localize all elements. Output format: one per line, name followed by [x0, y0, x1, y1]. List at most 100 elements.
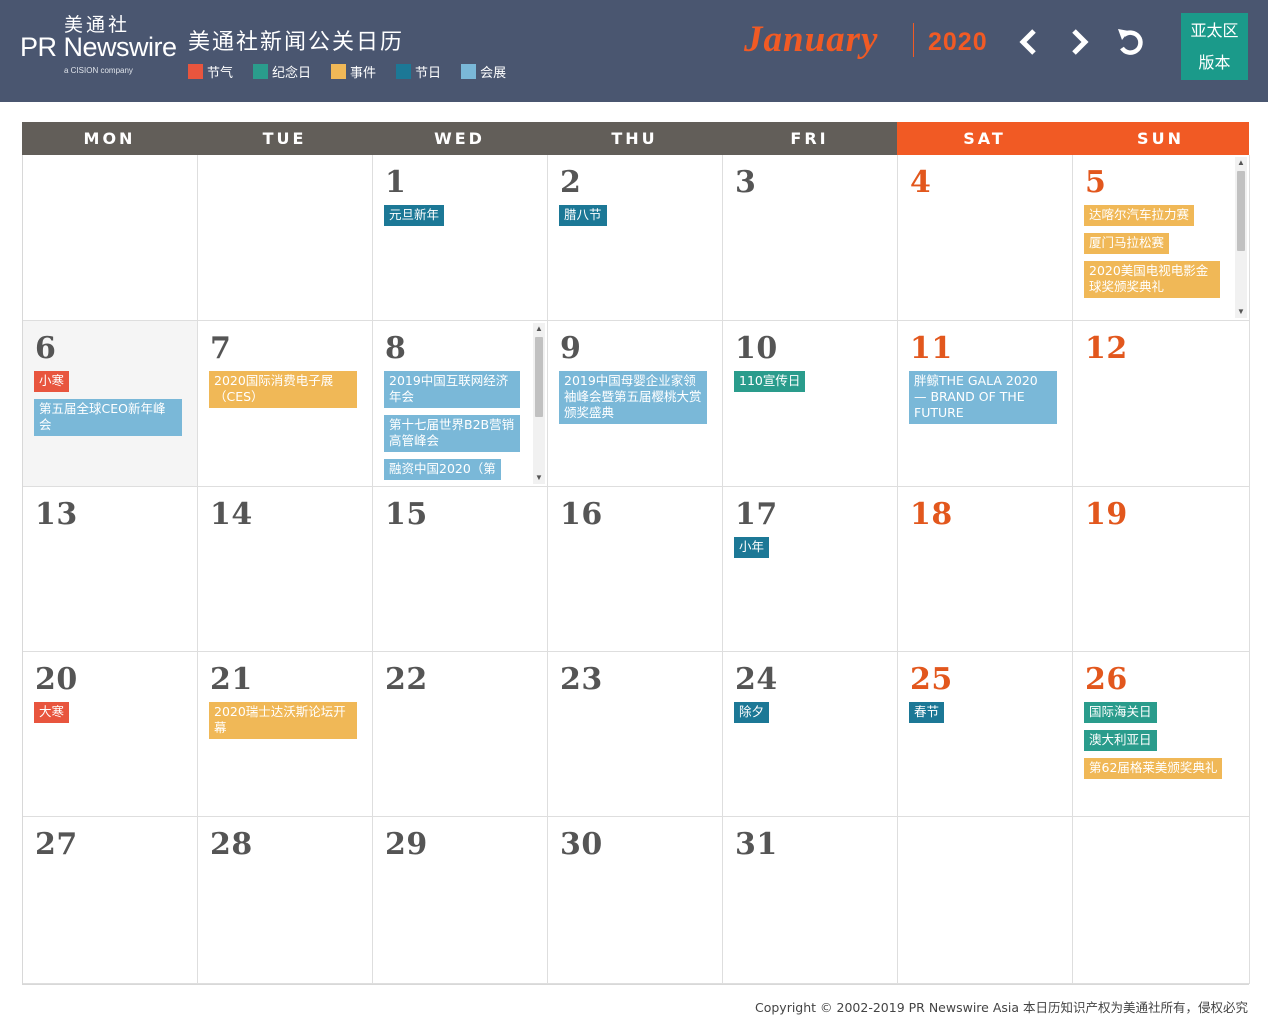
- scroll-down-arrow-icon[interactable]: ▼: [533, 472, 545, 484]
- day-cell[interactable]: 17 小年: [723, 487, 898, 652]
- scroll-up-arrow-icon[interactable]: ▲: [533, 323, 545, 335]
- event-tag[interactable]: 厦门马拉松赛: [1084, 233, 1170, 254]
- day-cell[interactable]: 19: [1073, 487, 1250, 652]
- event-tag[interactable]: 元旦新年: [384, 205, 445, 226]
- event-tag[interactable]: 大寒: [34, 702, 70, 723]
- event-tag[interactable]: 小寒: [34, 371, 70, 392]
- day-cell[interactable]: 15: [373, 487, 548, 652]
- reset-to-today-button[interactable]: [1114, 24, 1148, 60]
- event-tag[interactable]: 胖鲸THE GALA 2020 — BRAND OF THE FUTURE: [909, 371, 1057, 424]
- scroll-thumb[interactable]: [535, 337, 543, 417]
- refresh-icon: [1118, 29, 1143, 55]
- day-cell[interactable]: 6 小寒第五届全球CEO新年峰会: [23, 321, 198, 487]
- day-cell[interactable]: 27: [23, 817, 198, 984]
- event-list: 除夕: [734, 702, 882, 730]
- legend-swatch: [461, 63, 477, 79]
- day-cell[interactable]: 12: [1073, 321, 1250, 487]
- previous-month-button[interactable]: [1014, 24, 1044, 60]
- event-tag[interactable]: 达喀尔汽车拉力赛: [1084, 205, 1195, 226]
- weekday-sun: SUN: [1072, 122, 1249, 155]
- day-cell[interactable]: 1 元旦新年: [373, 155, 548, 321]
- day-cell[interactable]: 30: [548, 817, 723, 984]
- weekday-wed: WED: [372, 122, 547, 155]
- day-number: 13: [35, 497, 78, 532]
- day-number: 20: [35, 662, 78, 697]
- event-list: 胖鲸THE GALA 2020 — BRAND OF THE FUTURE: [909, 371, 1057, 431]
- day-number: 6: [35, 331, 57, 366]
- day-cell[interactable]: 22: [373, 652, 548, 817]
- event-tag[interactable]: 除夕: [734, 702, 770, 723]
- day-cell[interactable]: 29: [373, 817, 548, 984]
- legend-item: 纪念日: [253, 62, 311, 81]
- next-month-button[interactable]: [1064, 24, 1094, 60]
- event-tag[interactable]: 2020国际消费电子展（CES）: [209, 371, 357, 408]
- day-number: 19: [1085, 497, 1128, 532]
- day-number: 11: [910, 331, 953, 366]
- scroll-thumb[interactable]: [1237, 171, 1245, 251]
- event-tag[interactable]: 澳大利亚日: [1084, 730, 1157, 751]
- cell-scrollbar[interactable]: ▲ ▼: [533, 323, 545, 484]
- day-number: 30: [560, 827, 603, 862]
- event-tag[interactable]: 2020美国电视电影金球奖颁奖典礼: [1084, 261, 1220, 298]
- copyright-notice: Copyright © 2002-2019 PR Newswire Asia 本…: [754, 1000, 1248, 1015]
- legend-label: 事件: [350, 65, 377, 81]
- day-cell[interactable]: 8 2019中国互联网经济年会 第十七届世界B2B营销高管峰会融资中国2020（第 ▲…: [373, 321, 548, 487]
- day-cell[interactable]: 23: [548, 652, 723, 817]
- day-number: 29: [385, 827, 428, 862]
- day-number: 22: [385, 662, 428, 697]
- day-cell[interactable]: 9 2019中国母婴企业家领袖峰会暨第五届樱桃大赏颁奖盛典: [548, 321, 723, 487]
- day-number: 25: [910, 662, 953, 697]
- cell-scrollbar[interactable]: ▲ ▼: [1235, 157, 1247, 318]
- day-cell[interactable]: 3: [723, 155, 898, 321]
- event-tag[interactable]: 腊八节: [559, 205, 607, 226]
- pr-newswire-logo[interactable]: 美通社 PR Newswire a CISION company: [20, 8, 180, 78]
- day-cell[interactable]: 18: [898, 487, 1073, 652]
- event-tag[interactable]: 2020瑞士达沃斯论坛开幕: [209, 702, 357, 739]
- day-number: 8: [385, 331, 407, 366]
- event-list: 大寒: [34, 702, 182, 730]
- scroll-down-arrow-icon[interactable]: ▼: [1235, 306, 1247, 318]
- event-tag[interactable]: 融资中国2020（第: [384, 459, 501, 480]
- weekday-header-row: MON TUE WED THU FRI SAT SUN: [22, 122, 1249, 155]
- day-cell[interactable]: 16: [548, 487, 723, 652]
- event-tag[interactable]: 2019中国母婴企业家领袖峰会暨第五届樱桃大赏颁奖盛典: [559, 371, 707, 424]
- day-cell: [898, 817, 1073, 984]
- event-tag[interactable]: 国际海关日: [1084, 702, 1157, 723]
- event-tag[interactable]: 春节: [909, 702, 945, 723]
- day-cell[interactable]: 31: [723, 817, 898, 984]
- scroll-up-arrow-icon[interactable]: ▲: [1235, 157, 1247, 169]
- day-number: 4: [910, 165, 932, 200]
- region-version-button[interactable]: 亚太区 版本: [1181, 13, 1248, 80]
- legend-swatch: [331, 63, 347, 79]
- event-list: 2020国际消费电子展（CES）: [209, 371, 357, 415]
- day-cell[interactable]: 11 胖鲸THE GALA 2020 — BRAND OF THE FUTURE: [898, 321, 1073, 487]
- day-cell[interactable]: 21 2020瑞士达沃斯论坛开幕: [198, 652, 373, 817]
- day-number: 1: [385, 165, 407, 200]
- day-cell[interactable]: 2 腊八节: [548, 155, 723, 321]
- day-cell[interactable]: 24 除夕: [723, 652, 898, 817]
- event-tag[interactable]: 第五届全球CEO新年峰会: [34, 399, 182, 436]
- event-list: 小寒第五届全球CEO新年峰会: [34, 371, 182, 443]
- day-cell[interactable]: 14: [198, 487, 373, 652]
- day-cell[interactable]: 20 大寒: [23, 652, 198, 817]
- day-cell[interactable]: 10 110宣传日: [723, 321, 898, 487]
- day-cell[interactable]: 28: [198, 817, 373, 984]
- day-cell[interactable]: 26 国际海关日澳大利亚日第62届格莱美颁奖典礼: [1073, 652, 1250, 817]
- event-tag[interactable]: 2019中国互联网经济年会: [384, 371, 520, 408]
- day-number: 5: [1085, 165, 1107, 200]
- day-cell[interactable]: 25 春节: [898, 652, 1073, 817]
- day-cell[interactable]: 13: [23, 487, 198, 652]
- day-cell[interactable]: 7 2020国际消费电子展（CES）: [198, 321, 373, 487]
- day-cell[interactable]: 5 达喀尔汽车拉力赛 厦门马拉松赛 2020美国电视电影金球奖颁奖典礼 ▲ ▼: [1073, 155, 1250, 321]
- legend-item: 事件: [331, 62, 377, 81]
- region-label-line1: 亚太区: [1190, 21, 1239, 40]
- event-tag[interactable]: 第十七届世界B2B营销高管峰会: [384, 415, 520, 452]
- event-tag[interactable]: 第62届格莱美颁奖典礼: [1084, 758, 1223, 779]
- current-year: 2020: [928, 28, 988, 56]
- event-list: 国际海关日澳大利亚日第62届格莱美颁奖典礼: [1084, 702, 1232, 786]
- day-number: 2: [560, 165, 582, 200]
- day-cell[interactable]: 4: [898, 155, 1073, 321]
- event-tag[interactable]: 小年: [734, 537, 770, 558]
- event-tag[interactable]: 110宣传日: [734, 371, 806, 392]
- day-number: 26: [1085, 662, 1128, 697]
